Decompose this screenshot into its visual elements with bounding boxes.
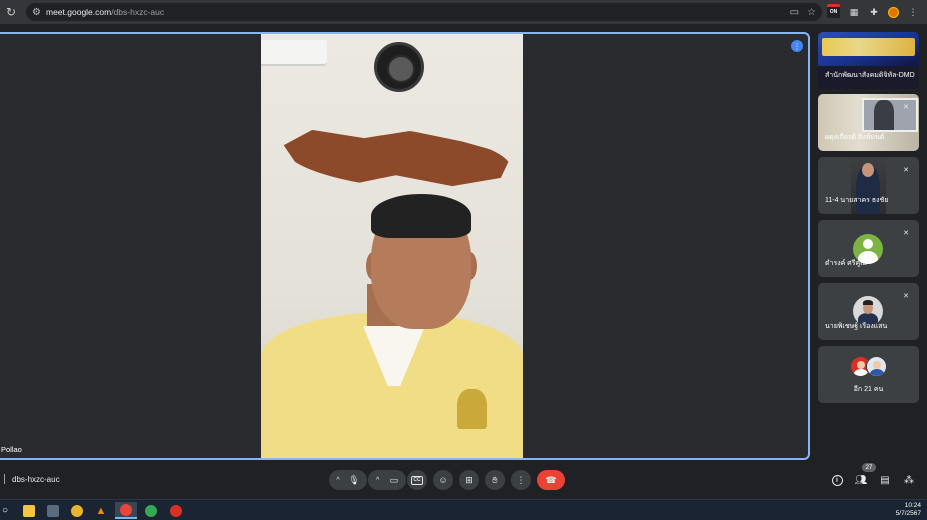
microphone-icon[interactable]: 🎙︎ (348, 475, 359, 486)
tile-banner (822, 38, 915, 56)
bookmark-star-icon[interactable]: ☆ (807, 7, 816, 18)
extensions-puzzle-icon[interactable]: ✚ (868, 6, 880, 18)
profile-avatar[interactable] (888, 6, 899, 18)
extension-on-label: ON (829, 9, 838, 15)
extension-grid-icon[interactable]: ▦ (848, 6, 860, 18)
more-participants-tile[interactable]: อีก 21 คน (818, 346, 919, 403)
emoji-icon: ☺ (438, 475, 448, 485)
activities-button[interactable]: ⁂ (902, 473, 916, 487)
mic-off-icon: ✕ (903, 293, 909, 300)
tile-face (862, 163, 874, 177)
divider (4, 474, 5, 484)
captions-button[interactable]: CC (407, 470, 427, 490)
chrome-icon[interactable] (140, 502, 162, 519)
chat-icon: ▤ (880, 474, 890, 486)
url-path: /dbs-hxzc-auc (111, 7, 165, 17)
audio-indicator-icon[interactable]: ⋮ (791, 40, 803, 52)
camera-in-use-icon[interactable]: ▭ (790, 7, 799, 18)
browser-toolbar: ↻ ⚙ meet.google.com/dbs-hxzc-auc ▭ ☆ ON … (0, 0, 927, 24)
meeting-code-text: dbs-hxzc-auc (12, 474, 60, 484)
search-icon[interactable]: ○ (0, 502, 16, 519)
avatar-stack (850, 356, 890, 378)
participant-name: นายพิเชษฐ์ เรืองแสน (825, 323, 888, 330)
site-settings-icon[interactable]: ⚙ (32, 7, 46, 18)
stage-participant-name: Pollao (1, 445, 22, 454)
system-clock[interactable]: 10:24 5/7/2567 (896, 502, 921, 518)
calculator-icon[interactable] (42, 502, 64, 519)
reload-icon[interactable]: ↻ (0, 0, 22, 24)
participant-tile-1[interactable]: สำนักพัฒนาสังคมดิจิทัล-DMD (818, 32, 919, 89)
wall-clock (374, 42, 424, 92)
vlc-icon[interactable]: ▲ (90, 502, 112, 519)
participant-name: ผดุงเกียรติ สิงห์มนต์ (825, 134, 885, 141)
chrome-icon[interactable] (115, 502, 137, 519)
address-bar[interactable]: ⚙ meet.google.com/dbs-hxzc-auc ▭ ☆ (26, 3, 822, 21)
air-conditioner (261, 40, 327, 66)
participant-count-badge: 27 (862, 463, 876, 472)
info-icon: i (831, 474, 843, 486)
end-call-icon: ☎︎ (545, 474, 557, 485)
meeting-details-button[interactable]: i (830, 473, 844, 487)
meeting-code: dbs-hxzc-auc (4, 474, 60, 484)
speaker-hair (371, 194, 471, 238)
url-text: meet.google.com/dbs-hxzc-auc (46, 7, 164, 17)
participant-name: สำนักพัฒนาสังคมดิจิทัล-DMD (825, 72, 915, 79)
participant-tile-2[interactable]: ✕ ผดุงเกียรติ สิงห์มนต์ (818, 94, 919, 151)
more-participants-label: อีก 21 คน (853, 386, 884, 393)
hand-icon: ✋︎ (492, 474, 498, 485)
clock-date: 5/7/2567 (895, 510, 921, 517)
people-button[interactable]: 👥︎ (854, 473, 868, 487)
reactions-button[interactable]: ☺ (433, 470, 453, 490)
file-explorer-icon[interactable] (18, 502, 40, 519)
chevron-up-icon[interactable]: ^ (376, 477, 379, 484)
participant-tile-5[interactable]: ✕ นายพิเชษฐ์ เรืองแสน (818, 283, 919, 340)
present-button[interactable]: ⊞ (459, 470, 479, 490)
chat-button[interactable]: ▤ (878, 473, 892, 487)
speaker-video (261, 34, 523, 458)
participant-tile-3[interactable]: ✕ 11-4 นายสาคร ธงชัย (818, 157, 919, 214)
camera-icon[interactable]: ▭ (389, 475, 398, 486)
wood-carving (281, 122, 512, 196)
participant-name: ดำรงค์ ศรีคูณ (825, 260, 867, 267)
browser-menu-icon[interactable]: ⋮ (907, 6, 919, 18)
chrome-icon[interactable] (165, 502, 187, 519)
main-video-stage[interactable]: Pollao ⋮ (0, 32, 810, 460)
shirt-emblem (457, 389, 487, 429)
captions-icon: CC (411, 475, 423, 485)
more-options-button[interactable]: ⋮ (511, 470, 531, 490)
clock-time: 10:24 (904, 502, 921, 509)
browser-separator (0, 24, 927, 32)
mic-off-icon: ✕ (903, 230, 909, 237)
mic-off-icon: ✕ (903, 167, 909, 174)
microphone-control[interactable]: ^ 🎙︎ (329, 470, 367, 490)
participant-name: 11-4 นายสาคร ธงชัย (825, 197, 889, 204)
people-icon: 👥︎ (854, 474, 868, 486)
tile-person (874, 100, 894, 130)
chevron-up-icon[interactable]: ^ (336, 477, 339, 484)
raise-hand-button[interactable]: ✋︎ (485, 470, 505, 490)
activities-icon: ⁂ (904, 474, 914, 486)
participant-tile-4[interactable]: ✕ ดำรงค์ ศรีคูณ (818, 220, 919, 277)
mic-off-icon: ✕ (903, 104, 909, 111)
url-host: meet.google.com (46, 7, 112, 17)
more-vert-icon: ⋮ (516, 474, 526, 485)
camera-control[interactable]: ^ ▭ (368, 470, 406, 490)
leave-call-button[interactable]: ☎︎ (537, 470, 565, 490)
extension-on-icon[interactable]: ON (827, 4, 840, 18)
taskbar: ○ ▲ 10:24 5/7/2567 (0, 499, 927, 520)
app-icon[interactable] (66, 502, 88, 519)
present-screen-icon: ⊞ (465, 474, 473, 485)
